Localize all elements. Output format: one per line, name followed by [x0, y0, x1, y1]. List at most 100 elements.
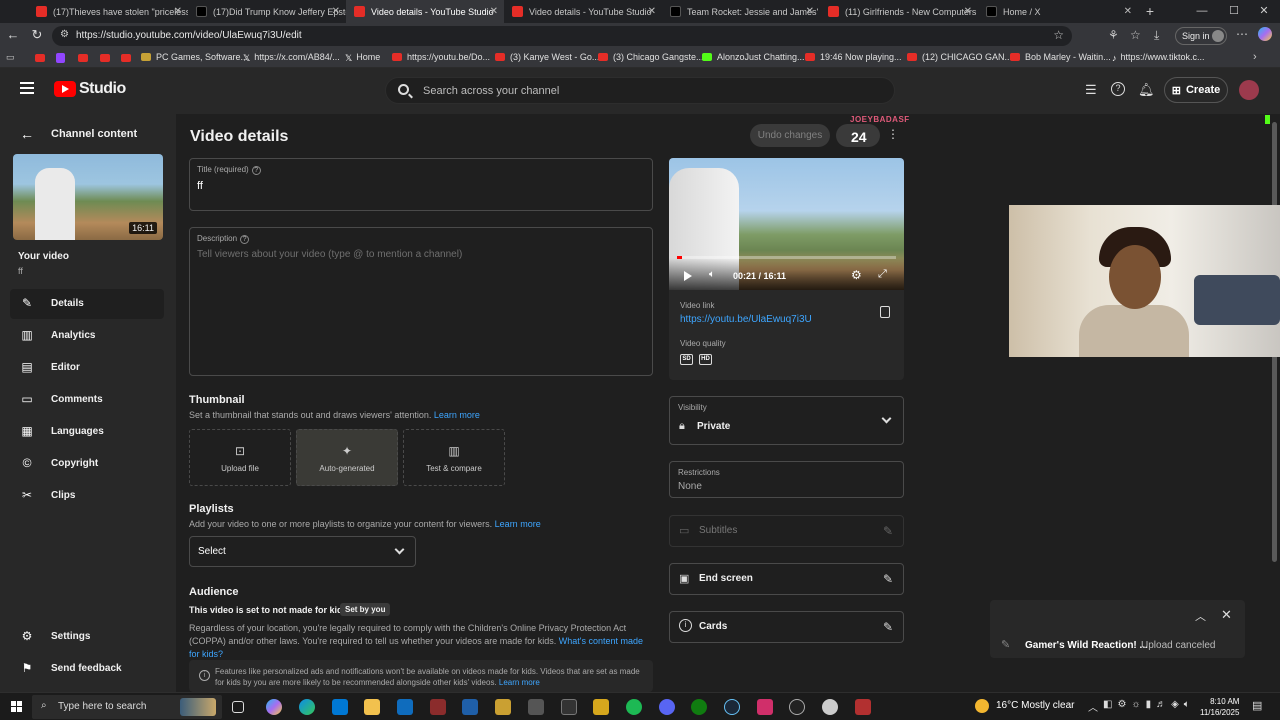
app-icon[interactable] — [855, 699, 871, 715]
app-icon[interactable] — [822, 699, 838, 715]
youtube-bookmark-icon[interactable] — [121, 54, 131, 62]
page-scrollbar[interactable] — [1270, 114, 1280, 692]
steam-icon[interactable] — [724, 699, 740, 715]
more-menu-icon[interactable]: ⋯ — [1236, 27, 1248, 41]
bookmark-item[interactable]: 𝕏 Home — [345, 52, 380, 63]
new-tab-icon[interactable]: + — [1134, 0, 1166, 23]
url-input[interactable]: ⚙ https://studio.youtube.com/video/UlaEw… — [52, 26, 1072, 46]
maximize-icon[interactable]: ☐ — [1218, 0, 1250, 23]
studio-logo-text[interactable]: Studio — [79, 80, 126, 98]
video-thumbnail[interactable]: 16:11 — [13, 154, 163, 240]
playlist-select[interactable]: Select — [189, 536, 416, 567]
downloads-icon[interactable]: ⤓ — [1154, 28, 1159, 43]
app-icon[interactable] — [561, 699, 577, 715]
favorites-icon[interactable]: ☆ — [1130, 28, 1141, 42]
browser-tab[interactable]: Video details - YouTube Studio ✕ — [504, 0, 662, 23]
account-avatar[interactable] — [1239, 80, 1259, 100]
create-button[interactable]: ⊞ Create — [1164, 77, 1228, 103]
channel-content-link[interactable]: Channel content — [51, 128, 137, 140]
title-field[interactable]: Title (required)? ff — [189, 158, 653, 211]
bookmark-item[interactable]: 19:46 Now playing... — [805, 52, 902, 62]
pencil-icon[interactable]: ✎ — [883, 524, 893, 538]
youtube-bookmark-icon[interactable] — [35, 54, 45, 62]
sign-in-button[interactable]: Sign in — [1175, 27, 1227, 45]
subtitles-row[interactable]: ▭ Subtitles ✎ — [669, 515, 904, 547]
twitch-bookmark-icon[interactable] — [56, 53, 65, 63]
auto-generated-thumbnail-button[interactable]: ✦ Auto-generated — [296, 429, 398, 486]
app-icon[interactable] — [789, 699, 805, 715]
cards-row[interactable]: i Cards ✎ — [669, 611, 904, 643]
bookmark-item[interactable]: 𝕏https://x.com/AB84/... — [243, 52, 340, 63]
captions-icon[interactable]: ☰ — [1085, 82, 1097, 98]
sidebar-item-clips[interactable]: ✂ Clips — [10, 481, 164, 511]
site-info-icon[interactable]: ⚙ — [60, 29, 69, 40]
notification-center-icon[interactable]: ▤ — [1252, 699, 1262, 712]
browser-tab[interactable]: (11) Girlfriends - New Computers ✕ — [820, 0, 978, 23]
taskbar-search-input[interactable]: ⌕ Type here to search — [32, 695, 222, 719]
edge-browser-icon[interactable] — [299, 699, 315, 715]
youtube-bookmark-icon[interactable] — [78, 54, 88, 62]
pencil-icon[interactable]: ✎ — [883, 620, 893, 634]
bookmark-item[interactable]: (3) Chicago Gangste... — [598, 52, 704, 62]
test-compare-button[interactable]: ▥ Test & compare — [403, 429, 505, 486]
close-tab-icon[interactable]: ✕ — [964, 6, 972, 17]
channel-search-input[interactable]: Search across your channel — [385, 77, 895, 104]
xbox-icon[interactable] — [691, 699, 707, 715]
app-icon[interactable] — [495, 699, 511, 715]
task-view-icon[interactable] — [232, 701, 244, 713]
bookmark-item[interactable]: https://youtu.be/Do... — [392, 52, 490, 62]
video-player[interactable]: 🔈︎ 00:21 / 16:11 ⚙ ⤢ — [669, 158, 904, 290]
close-tab-icon[interactable]: ✕ — [1124, 6, 1132, 17]
video-link[interactable]: https://youtu.be/UlaEwuq7i3U — [680, 314, 812, 325]
volume-icon[interactable]: 🔈︎ — [709, 269, 715, 280]
settings-gear-icon[interactable]: ⚙ — [851, 268, 862, 282]
app-icon[interactable] — [462, 699, 478, 715]
learn-more-link[interactable]: Learn more — [434, 410, 480, 420]
bookmark-item[interactable]: AlonzoJust Chatting... — [702, 52, 805, 62]
sidebar-item-settings[interactable]: ⚙ Settings — [10, 622, 164, 652]
file-explorer-icon[interactable] — [364, 699, 380, 715]
browser-tab[interactable]: (17)Thieves have stolen "priceless" ✕ — [28, 0, 188, 23]
taskbar-clock[interactable]: 8:10 AM 11/16/2025 — [1200, 696, 1239, 718]
close-tab-icon[interactable]: ✕ — [174, 6, 182, 17]
close-tab-icon[interactable]: ✕ — [648, 6, 656, 17]
copilot-icon[interactable] — [1258, 27, 1272, 41]
spotify-icon[interactable] — [626, 699, 642, 715]
app-icon[interactable] — [430, 699, 446, 715]
undo-changes-button[interactable]: Undo changes — [750, 124, 830, 147]
end-screen-row[interactable]: ▣ End screen ✎ — [669, 563, 904, 595]
bookmark-item[interactable]: ♪ https://www.tiktok.c... — [1112, 52, 1205, 63]
pencil-icon[interactable]: ✎ — [883, 572, 893, 586]
windows-start-icon[interactable] — [11, 701, 22, 712]
fullscreen-icon[interactable]: ⤢ — [878, 268, 887, 281]
tray-chevron-icon[interactable]: ︿ — [1088, 699, 1098, 714]
bookmark-item[interactable]: (12) CHICAGO GAN... — [907, 52, 1012, 62]
restrictions-box[interactable]: Restrictions None — [669, 461, 904, 498]
minimize-icon[interactable]: — — [1186, 0, 1218, 23]
description-field[interactable]: Description? Tell viewers about your vid… — [189, 227, 653, 376]
sidebar-item-languages[interactable]: ▦ Languages — [10, 417, 164, 447]
discord-icon[interactable] — [659, 699, 675, 715]
weather-text[interactable]: 16°C Mostly clear — [996, 700, 1074, 711]
close-icon[interactable]: ✕ — [1221, 607, 1232, 623]
browser-tab[interactable]: Home / X ✕ — [978, 0, 1138, 23]
youtube-logo-icon[interactable] — [54, 81, 76, 97]
video-progress-bar[interactable] — [677, 256, 896, 259]
copy-icon[interactable] — [880, 306, 890, 318]
help-icon[interactable]: ? — [251, 166, 261, 175]
notifications-bell-icon[interactable]: 🔔︎ — [1138, 82, 1155, 98]
chevron-up-icon[interactable]: ︿ — [1195, 608, 1206, 624]
visibility-select[interactable]: Visibility 🔒︎ Private — [669, 396, 904, 445]
close-tab-icon[interactable]: ✕ — [490, 6, 498, 17]
app-icon[interactable] — [528, 699, 544, 715]
more-bookmarks-chevron-icon[interactable]: › — [1253, 51, 1257, 63]
extensions-icon[interactable]: ⚘ — [1108, 28, 1119, 42]
bookmark-item[interactable]: (3) Kanye West - Go... — [495, 52, 599, 62]
hamburger-menu-icon[interactable] — [20, 82, 34, 94]
browser-tab[interactable]: Team Rocket: Jessie and James' lr ✕ — [662, 0, 820, 23]
bookmark-item[interactable]: PC Games, Software... — [141, 52, 248, 62]
sidebar-item-feedback[interactable]: ⚑ Send feedback — [10, 654, 164, 684]
sidebar-item-copyright[interactable]: © Copyright — [10, 449, 164, 479]
play-icon[interactable] — [684, 271, 692, 281]
outlook-icon[interactable] — [397, 699, 413, 715]
